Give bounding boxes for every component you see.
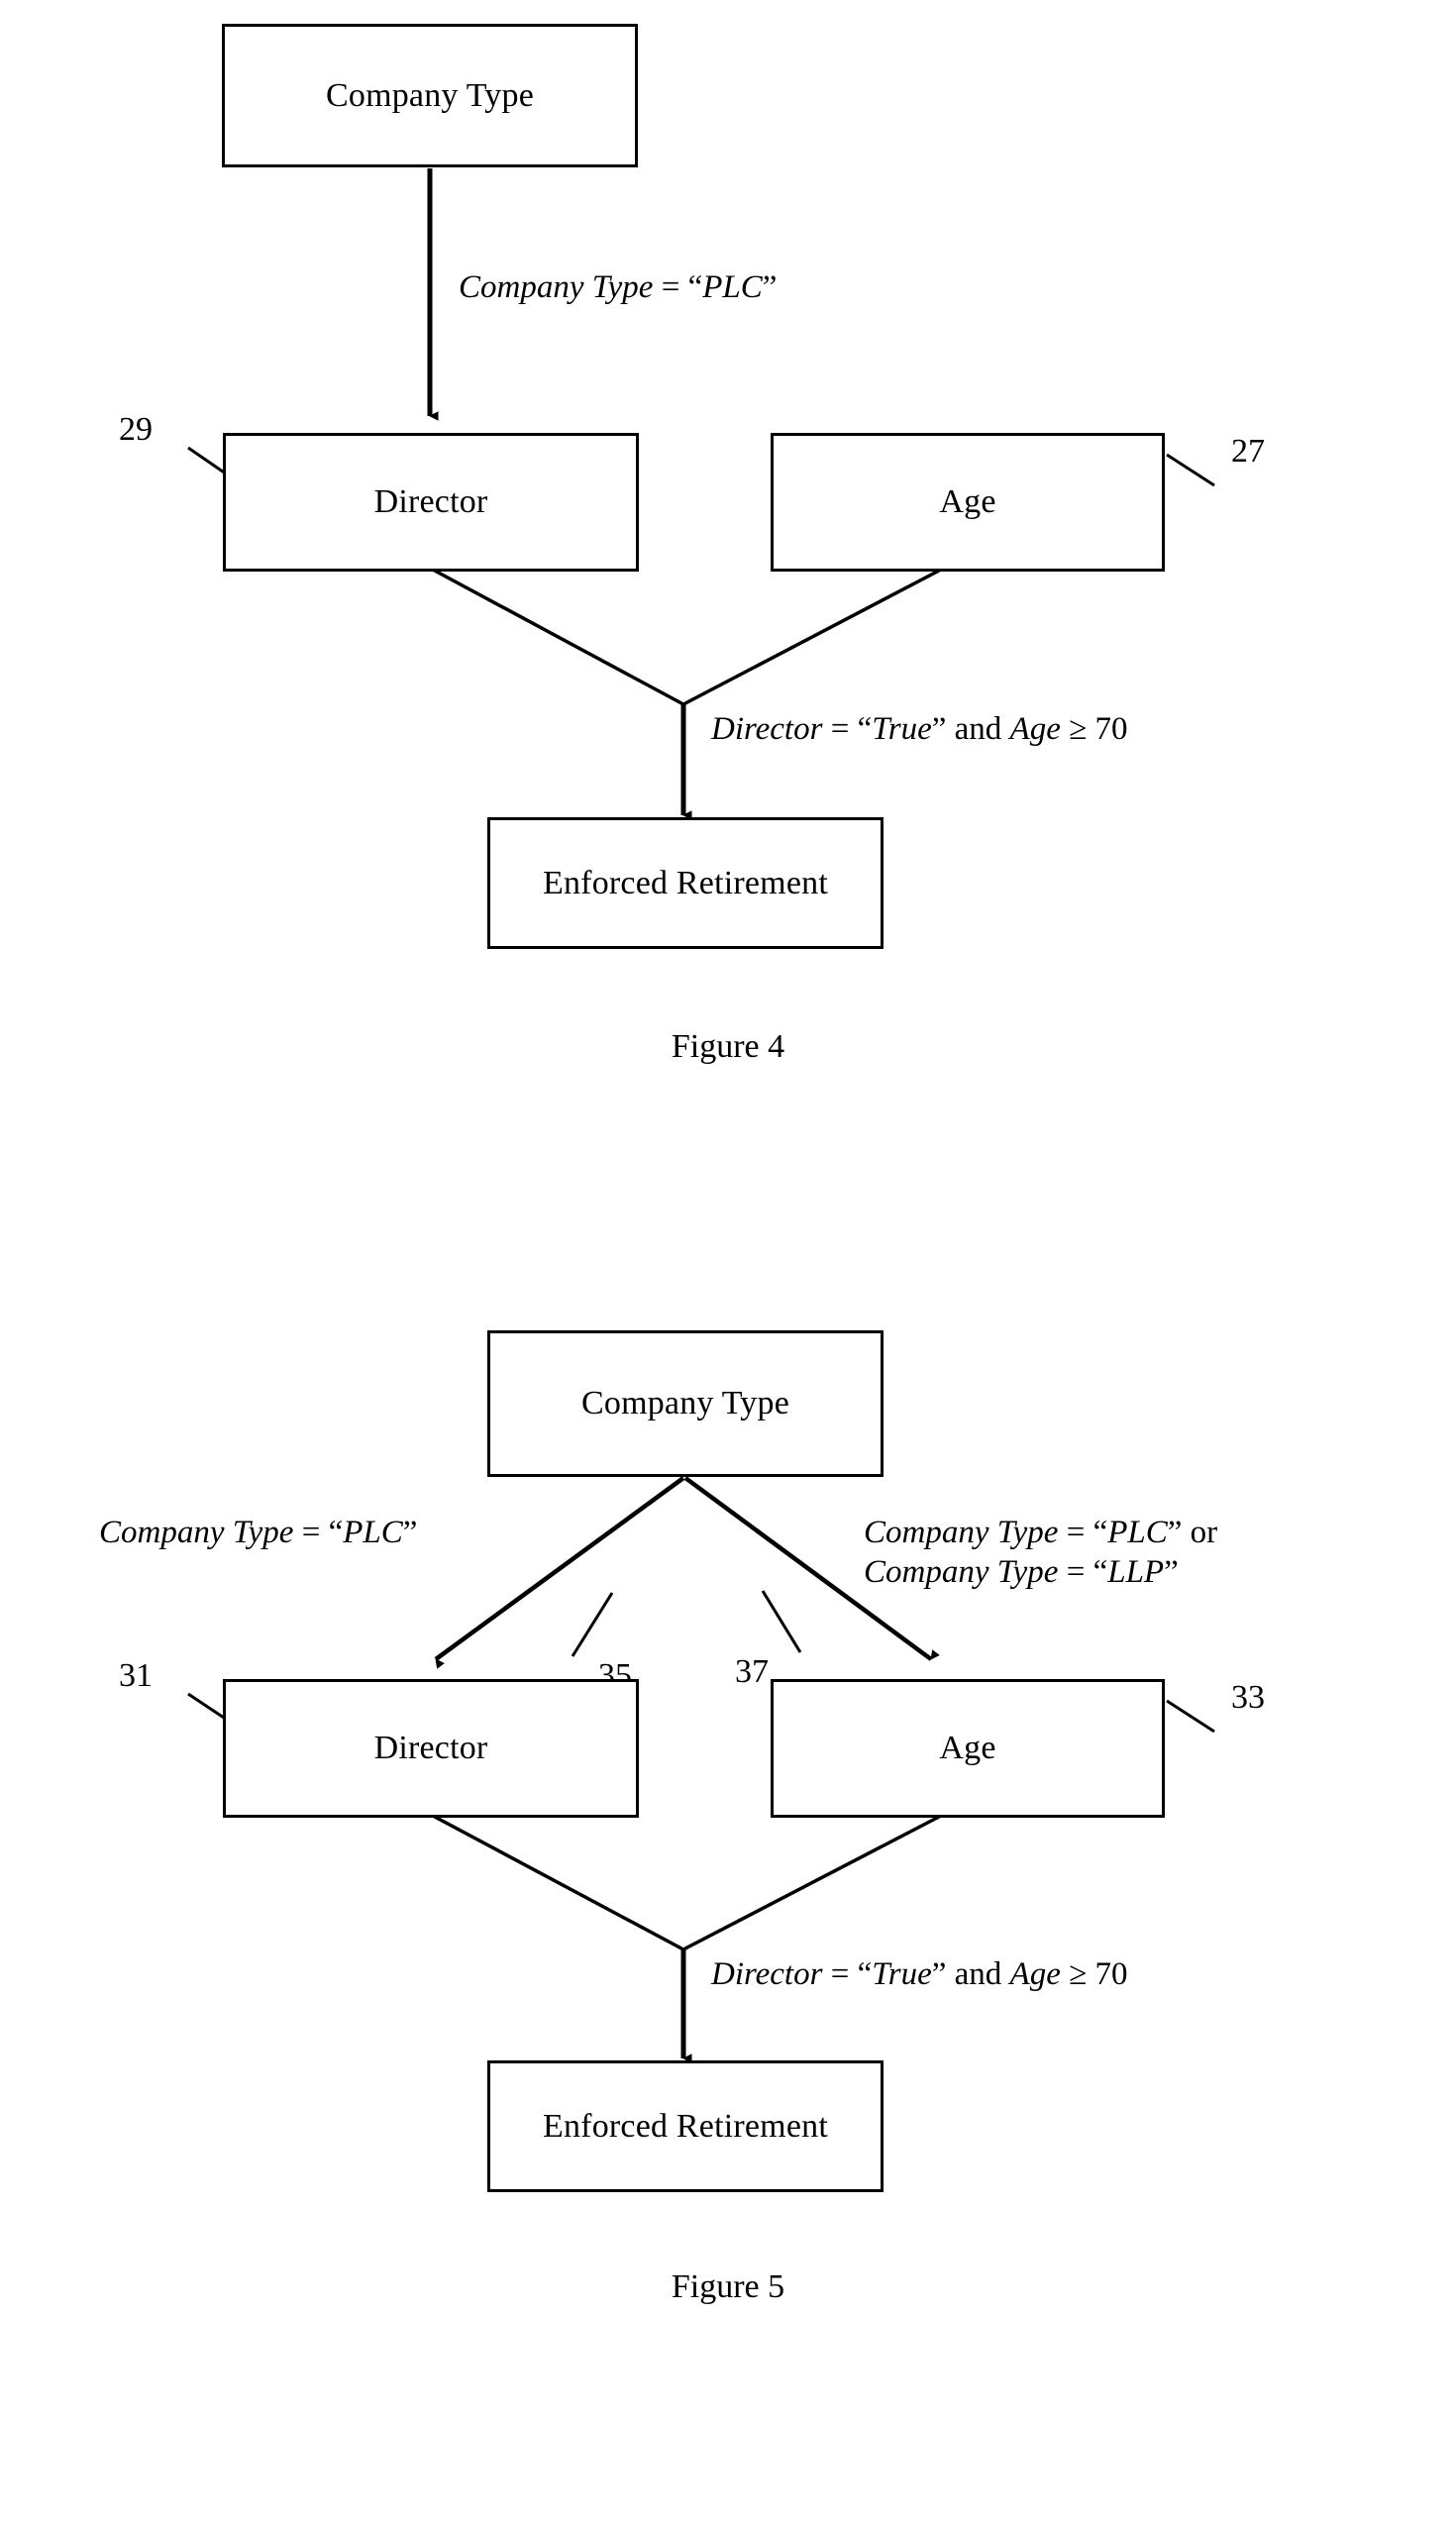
txt: ”	[1164, 1554, 1179, 1591]
txt: True	[872, 1956, 932, 1992]
txt: PLC	[1107, 1515, 1168, 1550]
txt: “	[687, 269, 703, 305]
fig4-ref-29: 29	[119, 411, 153, 448]
fig5-node-director[interactable]: Director	[223, 1679, 639, 1818]
fig4-edge-condition-label: Director = “True” and Age ≥ 70	[711, 709, 1127, 749]
fig4-edge-director-to-merge	[432, 568, 684, 706]
txt: “	[328, 1515, 344, 1550]
fig4-ref-27: 27	[1231, 433, 1265, 470]
fig4-node-enforced-retirement-label: Enforced Retirement	[543, 864, 828, 901]
txt: =	[822, 711, 858, 747]
fig4-edge-age-to-merge	[682, 568, 942, 706]
fig4-caption: Figure 4	[671, 1028, 785, 1065]
fig5-edge-companytype-to-director	[434, 1476, 685, 1669]
fig5-node-company-type-label: Company Type	[581, 1385, 789, 1421]
txt: “	[857, 711, 873, 747]
fig4-node-age[interactable]: Age	[771, 433, 1165, 572]
txt: Company Type	[864, 1515, 1059, 1550]
fig5-ref-37: 37	[735, 1653, 769, 1690]
txt: “	[857, 1956, 873, 1992]
fig4-edge-company-type-line-1: Company Type = “PLC”	[459, 269, 777, 305]
txt: ”	[402, 1515, 418, 1550]
fig5-node-age-label: Age	[939, 1730, 996, 1766]
txt: =	[822, 1956, 858, 1992]
fig5-caption: Figure 5	[671, 2268, 785, 2305]
txt: Director	[711, 711, 823, 747]
fig4-node-company-type[interactable]: Company Type	[222, 24, 638, 167]
fig5-edge-right-line-2: Company Type = “LLP”	[864, 1552, 1217, 1592]
txt: ” or	[1167, 1515, 1218, 1550]
fig4-edge-condition-line-1: Director = “True” and Age ≥ 70	[711, 711, 1127, 747]
txt: Age	[1009, 1956, 1061, 1992]
txt: “	[1092, 1515, 1108, 1550]
fig5-edge-condition-line-1: Director = “True” and Age ≥ 70	[711, 1956, 1127, 1992]
fig5-edge-right-line-1: Company Type = “PLC” or	[864, 1513, 1217, 1552]
fig5-ref-31: 31	[119, 1657, 153, 1694]
fig5-edge-left-line-1: Company Type = “PLC”	[99, 1515, 417, 1550]
txt: PLC	[702, 269, 763, 305]
fig4-node-age-label: Age	[939, 483, 996, 520]
txt: =	[1058, 1554, 1093, 1591]
fig5-node-age[interactable]: Age	[771, 1679, 1165, 1818]
fig5-edge-condition-label: Director = “True” and Age ≥ 70	[711, 1954, 1127, 1994]
txt: =	[293, 1515, 329, 1550]
fig4-node-company-type-label: Company Type	[326, 76, 534, 114]
txt: =	[653, 269, 688, 305]
fig5-node-company-type[interactable]: Company Type	[487, 1330, 884, 1477]
fig4-node-director-label: Director	[373, 483, 488, 520]
txt: Company Type	[99, 1515, 294, 1550]
txt: Company Type	[864, 1554, 1059, 1591]
txt: Age	[1009, 711, 1061, 747]
txt: ”	[762, 269, 778, 305]
fig4-node-director[interactable]: Director	[223, 433, 639, 572]
fig5-node-enforced-retirement-label: Enforced Retirement	[543, 2107, 828, 2145]
fig4-leader-27	[1166, 453, 1215, 487]
txt: LLP	[1107, 1554, 1165, 1591]
fig5-edge-left-label: Company Type = “PLC”	[99, 1513, 417, 1552]
txt: ” and	[931, 1956, 1010, 1992]
txt: ≥ 70	[1060, 711, 1128, 747]
fig5-leader-35	[571, 1592, 614, 1657]
txt: True	[872, 711, 932, 747]
fig5-edge-director-to-merge	[432, 1814, 684, 1951]
txt: PLC	[343, 1515, 403, 1550]
fig5-edge-age-to-merge	[682, 1814, 942, 1951]
txt: Company Type	[459, 269, 654, 305]
fig5-ref-33: 33	[1231, 1679, 1265, 1716]
fig5-node-director-label: Director	[373, 1730, 488, 1766]
txt: “	[1092, 1554, 1108, 1591]
fig5-node-enforced-retirement[interactable]: Enforced Retirement	[487, 2060, 884, 2192]
fig4-node-enforced-retirement[interactable]: Enforced Retirement	[487, 817, 884, 949]
txt: ≥ 70	[1060, 1956, 1128, 1992]
fig4-edge-company-type-label: Company Type = “PLC”	[459, 267, 777, 307]
fig5-leader-33	[1166, 1699, 1215, 1734]
fig5-leader-37	[761, 1590, 802, 1653]
patent-drawing-sheet: Company Type Company Type = “PLC” 29 Dir…	[0, 0, 1456, 2526]
fig5-edge-right-label: Company Type = “PLC” or Company Type = “…	[864, 1513, 1217, 1593]
txt: ” and	[931, 711, 1010, 747]
txt: =	[1058, 1515, 1093, 1550]
txt: Director	[711, 1956, 823, 1992]
